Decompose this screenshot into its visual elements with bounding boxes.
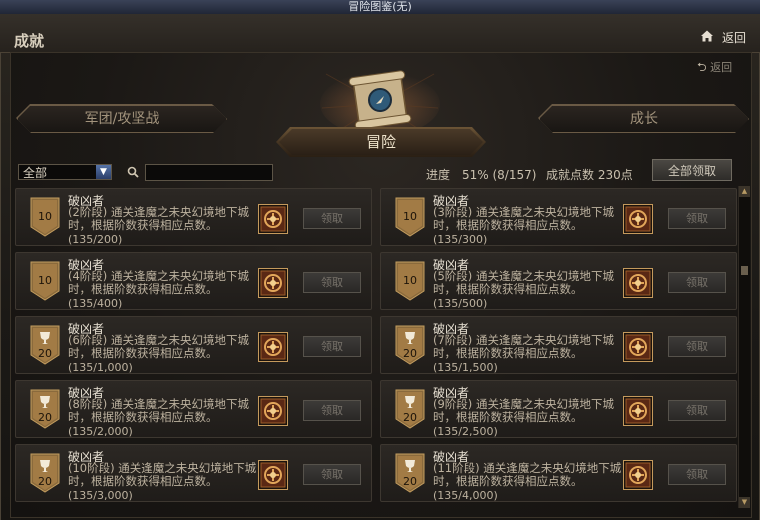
achievement-card: 20 破凶者 (9阶段) 通关逢魔之未央幻境地下城时，根据阶数获得相应点数。 (… bbox=[380, 380, 737, 438]
reward-emblem-icon[interactable] bbox=[258, 268, 288, 298]
page-title: 成就 bbox=[14, 32, 45, 50]
achievement-card: 10 破凶者 (5阶段) 通关逢魔之未央幻境地下城时，根据阶数获得相应点数。 (… bbox=[380, 252, 737, 310]
achievement-progress: (135/300) bbox=[433, 233, 488, 246]
achievement-card: 20 破凶者 (10阶段) 通关逢魔之未央幻境地下城时，根据阶数获得相应点数。 … bbox=[15, 444, 372, 502]
progress-text: 进度 51% (8/157) bbox=[426, 168, 537, 182]
achievement-description: (7阶段) 通关逢魔之未央幻境地下城时，根据阶数获得相应点数。 bbox=[433, 333, 614, 360]
claim-button[interactable]: 领取 bbox=[668, 336, 726, 357]
reward-emblem-icon[interactable] bbox=[258, 332, 288, 362]
badge-points: 10 bbox=[38, 274, 52, 287]
points-text: 成就点数 230点 bbox=[546, 168, 633, 182]
scroll-compass-emblem-icon bbox=[320, 70, 440, 134]
home-icon[interactable] bbox=[700, 29, 714, 43]
badge-points: 10 bbox=[38, 210, 52, 223]
badge-points: 20 bbox=[38, 411, 52, 424]
return-arrow-icon: ⮌ bbox=[697, 60, 707, 74]
inner-back-button[interactable]: ⮌ 返回 bbox=[697, 58, 732, 79]
claim-button[interactable]: 领取 bbox=[668, 208, 726, 229]
achievement-progress: (135/1,500) bbox=[433, 361, 498, 374]
claim-button[interactable]: 领取 bbox=[303, 272, 361, 293]
achievement-card: 20 破凶者 (7阶段) 通关逢魔之未央幻境地下城时，根据阶数获得相应点数。 (… bbox=[380, 316, 737, 374]
badge-points: 20 bbox=[403, 475, 417, 488]
inner-back-label: 返回 bbox=[710, 61, 733, 74]
achievement-progress: (135/1,000) bbox=[68, 361, 133, 374]
achievement-progress: (135/4,000) bbox=[433, 489, 498, 502]
achievement-progress: (135/400) bbox=[68, 297, 123, 310]
tab-growth[interactable]: 成长 bbox=[539, 105, 749, 133]
chevron-down-icon[interactable]: ▼ bbox=[96, 165, 111, 179]
achievement-description: (10阶段) 通关逢魔之未央幻境地下城时，根据阶数获得相应点数。 bbox=[68, 461, 257, 488]
achievement-description: (5阶段) 通关逢魔之未央幻境地下城时，根据阶数获得相应点数。 bbox=[433, 269, 614, 296]
achievement-card: 10 破凶者 (3阶段) 通关逢魔之未央幻境地下城时，根据阶数获得相应点数。 (… bbox=[380, 188, 737, 246]
badge-points: 20 bbox=[403, 347, 417, 360]
achievement-card: 20 破凶者 (6阶段) 通关逢魔之未央幻境地下城时，根据阶数获得相应点数。 (… bbox=[15, 316, 372, 374]
claim-all-button[interactable]: 全部领取 bbox=[652, 159, 732, 181]
achievement-progress: (135/2,000) bbox=[68, 425, 133, 438]
tab-legion[interactable]: 军团/攻坚战 bbox=[17, 105, 227, 133]
achievement-progress: (135/500) bbox=[433, 297, 488, 310]
reward-emblem-icon[interactable] bbox=[623, 268, 653, 298]
search-icon bbox=[127, 166, 139, 178]
search-input[interactable] bbox=[145, 164, 273, 181]
claim-button[interactable]: 领取 bbox=[303, 336, 361, 357]
claim-button[interactable]: 领取 bbox=[668, 400, 726, 421]
claim-button[interactable]: 领取 bbox=[303, 400, 361, 421]
achievement-description: (8阶段) 通关逢魔之未央幻境地下城时，根据阶数获得相应点数。 bbox=[68, 397, 249, 424]
category-selected: 全部 bbox=[23, 166, 48, 180]
reward-emblem-icon[interactable] bbox=[258, 204, 288, 234]
category-dropdown[interactable]: 全部 ▼ bbox=[18, 164, 112, 180]
achievement-description: (3阶段) 通关逢魔之未央幻境地下城时，根据阶数获得相应点数。 bbox=[433, 205, 614, 232]
window-title: 冒险图鉴(无) bbox=[348, 0, 412, 13]
achievement-card: 10 破凶者 (2阶段) 通关逢魔之未央幻境地下城时，根据阶数获得相应点数。 (… bbox=[15, 188, 372, 246]
badge-points: 10 bbox=[403, 210, 417, 223]
achievement-description: (6阶段) 通关逢魔之未央幻境地下城时，根据阶数获得相应点数。 bbox=[68, 333, 249, 360]
achievement-progress: (135/3,000) bbox=[68, 489, 133, 502]
achievement-description: (11阶段) 通关逢魔之未央幻境地下城时，根据阶数获得相应点数。 bbox=[433, 461, 622, 488]
scrollbar[interactable]: ▲ ▼ bbox=[738, 186, 750, 508]
badge-points: 20 bbox=[38, 475, 52, 488]
reward-emblem-icon[interactable] bbox=[258, 460, 288, 490]
achievement-card: 20 破凶者 (8阶段) 通关逢魔之未央幻境地下城时，根据阶数获得相应点数。 (… bbox=[15, 380, 372, 438]
reward-emblem-icon[interactable] bbox=[623, 396, 653, 426]
badge-points: 20 bbox=[38, 347, 52, 360]
badge-points: 20 bbox=[403, 411, 417, 424]
claim-button[interactable]: 领取 bbox=[303, 208, 361, 229]
reward-emblem-icon[interactable] bbox=[623, 332, 653, 362]
back-button[interactable]: 返回 bbox=[722, 29, 746, 46]
scroll-up-icon[interactable]: ▲ bbox=[739, 186, 750, 197]
achievement-progress: (135/200) bbox=[68, 233, 123, 246]
claim-button[interactable]: 领取 bbox=[303, 464, 361, 485]
achievement-description: (9阶段) 通关逢魔之未央幻境地下城时，根据阶数获得相应点数。 bbox=[433, 397, 614, 424]
achievement-progress: (135/2,500) bbox=[433, 425, 498, 438]
reward-emblem-icon[interactable] bbox=[258, 396, 288, 426]
achievement-card: 20 破凶者 (11阶段) 通关逢魔之未央幻境地下城时，根据阶数获得相应点数。 … bbox=[380, 444, 737, 502]
achievement-description: (2阶段) 通关逢魔之未央幻境地下城时，根据阶数获得相应点数。 bbox=[68, 205, 249, 232]
claim-button[interactable]: 领取 bbox=[668, 464, 726, 485]
scroll-thumb[interactable] bbox=[741, 266, 748, 275]
reward-emblem-icon[interactable] bbox=[623, 204, 653, 234]
tab-adventure[interactable]: 冒险 bbox=[279, 129, 483, 155]
achievement-description: (4阶段) 通关逢魔之未央幻境地下城时，根据阶数获得相应点数。 bbox=[68, 269, 249, 296]
achievement-card: 10 破凶者 (4阶段) 通关逢魔之未央幻境地下城时，根据阶数获得相应点数。 (… bbox=[15, 252, 372, 310]
claim-button[interactable]: 领取 bbox=[668, 272, 726, 293]
reward-emblem-icon[interactable] bbox=[623, 460, 653, 490]
scroll-down-icon[interactable]: ▼ bbox=[739, 497, 750, 508]
header-bar: 成就 bbox=[0, 14, 760, 53]
window-titlebar: 冒险图鉴(无) bbox=[0, 0, 760, 15]
badge-points: 10 bbox=[403, 274, 417, 287]
